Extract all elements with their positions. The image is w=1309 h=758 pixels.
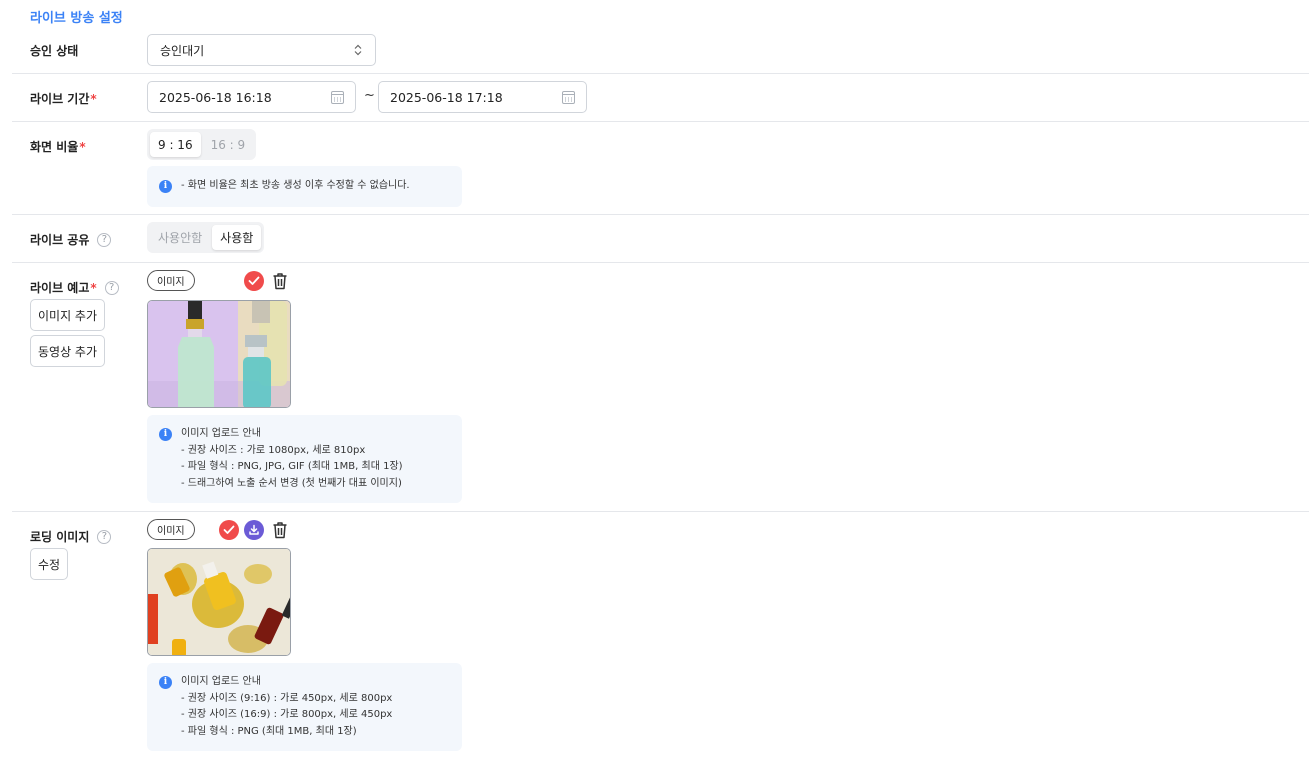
info-line: 이미지 업로드 안내 [181,676,261,687]
share-option-off[interactable]: 사용안함 [150,225,210,250]
approval-select-value: 승인대기 [160,43,205,58]
info-icon: i [159,427,172,441]
divider [12,214,1309,215]
info-line: - 권장 사이즈 (9:16) : 가로 450px, 세로 800px [181,692,393,704]
loading-label: 로딩 이미지 ? [30,528,112,545]
preview-label: 라이브 예고 * ? [30,279,119,296]
serum-bottles-image [148,301,290,407]
info-line: - 권장 사이즈 (16:9) : 가로 800px, 세로 450px [181,709,393,720]
download-icon[interactable] [244,520,264,540]
loading-label-text: 로딩 이미지 [30,530,90,544]
required-mark: * [79,139,86,154]
calendar-icon[interactable] [562,90,575,104]
help-icon[interactable]: ? [97,232,112,247]
divider [12,262,1309,263]
preview-info-box: i 이미지 업로드 안내 - 권장 사이즈 : 가로 1080px, 세로 81… [147,415,462,503]
loading-info-box: i 이미지 업로드 안내 - 권장 사이즈 (9:16) : 가로 450px,… [147,663,462,751]
divider [12,73,1309,74]
required-mark: * [90,91,97,106]
calendar-icon[interactable] [331,90,344,104]
divider [12,511,1309,512]
divider [12,121,1309,122]
start-date-value: 2025-06-18 16:18 [159,89,272,105]
info-line: - 파일 형식 : PNG (최대 1MB, 최대 1장) [181,725,357,737]
approval-select[interactable]: 승인대기 [147,34,376,66]
add-video-button[interactable]: 동영상 추가 [30,335,106,367]
ratio-option-9-16[interactable]: 9 : 16 [150,132,201,157]
preview-image-thumbnail[interactable] [147,300,291,408]
edit-button[interactable]: 수정 [30,548,69,580]
oil-bottles-image [148,549,290,655]
help-icon[interactable]: ? [104,280,119,295]
trash-icon[interactable] [270,520,290,540]
check-icon[interactable] [219,520,239,540]
period-label: 라이브 기간 * [30,90,97,107]
date-separator: ~ [364,88,375,103]
trash-icon[interactable] [270,271,290,291]
approval-label: 승인 상태 [30,42,78,59]
ratio-label: 화면 비율 * [30,138,86,155]
ratio-option-16-9[interactable]: 16 : 9 [203,132,254,157]
info-icon: i [159,180,172,193]
section-title: 라이브 방송 설정 [30,11,123,26]
loading-image-thumbnail[interactable] [147,548,291,656]
media-type-tag: 이미지 [147,270,195,291]
share-option-on[interactable]: 사용함 [212,225,262,250]
add-image-button[interactable]: 이미지 추가 [30,299,106,331]
share-label-text: 라이브 공유 [30,233,90,247]
required-mark: * [90,280,97,295]
select-updown-icon [353,44,363,56]
info-icon: i [159,675,172,689]
ratio-info-box: i - 화면 비율은 최초 방송 생성 이후 수정할 수 없습니다. [147,166,462,207]
start-date-input[interactable]: 2025-06-18 16:18 [147,81,356,113]
media-type-tag: 이미지 [147,519,195,540]
share-label: 라이브 공유 ? [30,231,112,248]
ratio-label-text: 화면 비율 [30,140,79,154]
help-icon[interactable]: ? [97,529,112,544]
ratio-toggle: 9 : 16 16 : 9 [147,129,257,160]
period-label-text: 라이브 기간 [30,92,90,106]
end-date-input[interactable]: 2025-06-18 17:18 [378,81,587,113]
share-toggle: 사용안함 사용함 [147,222,265,253]
info-line: - 권장 사이즈 : 가로 1080px, 세로 810px [181,444,366,456]
loading-info-text: 이미지 업로드 안내 - 권장 사이즈 (9:16) : 가로 450px, 세… [181,674,392,740]
info-line: - 파일 형식 : PNG, JPG, GIF (최대 1MB, 최대 1장) [181,461,403,472]
preview-info-text: 이미지 업로드 안내 - 권장 사이즈 : 가로 1080px, 세로 810p… [181,426,403,492]
approval-label-text: 승인 상태 [30,44,79,58]
ratio-info-text: - 화면 비율은 최초 방송 생성 이후 수정할 수 없습니다. [181,180,410,192]
preview-label-text: 라이브 예고 [30,281,90,295]
end-date-value: 2025-06-18 17:18 [390,89,503,105]
info-line: - 드래그하여 노출 순서 변경 (첫 번째가 대표 이미지) [181,477,402,489]
info-line: 이미지 업로드 안내 [181,428,261,439]
check-icon[interactable] [244,271,264,291]
